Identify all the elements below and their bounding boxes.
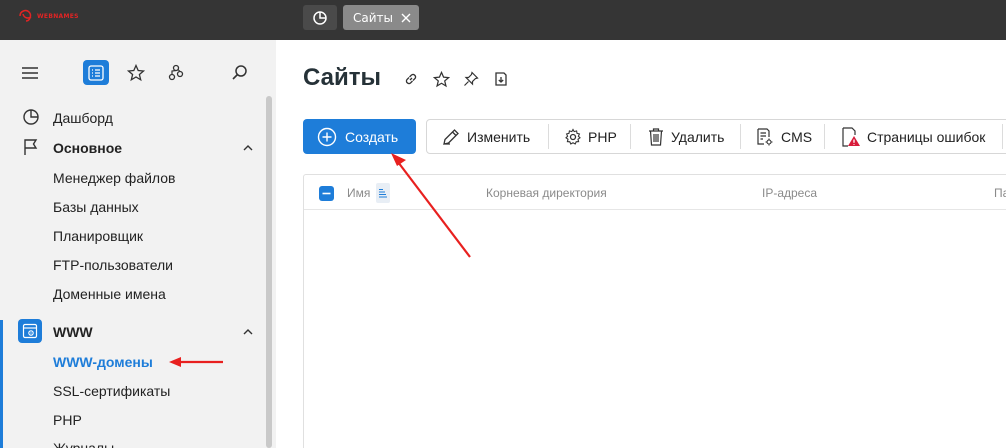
- search-icon[interactable]: [230, 63, 250, 83]
- menu-icon[interactable]: [20, 63, 40, 83]
- delete-button-label: Удалить: [671, 128, 725, 145]
- sidebar-scrollbar[interactable]: [266, 96, 272, 448]
- sidebar-item-file-manager[interactable]: Менеджер файлов: [53, 170, 176, 186]
- logo-icon: [19, 9, 32, 22]
- star-icon[interactable]: [126, 63, 146, 83]
- sidebar-item-logs[interactable]: Журналы: [53, 440, 114, 448]
- minus-icon: [322, 192, 331, 195]
- toolbar-divider: [1002, 124, 1003, 149]
- error-pages-button[interactable]: Страницы ошибок: [839, 120, 985, 153]
- flag-icon: [20, 137, 42, 157]
- gear-icon: [565, 127, 581, 145]
- plus-circle-icon: [317, 127, 337, 146]
- sidebar-item-ftp-users[interactable]: FTP-пользователи: [53, 257, 173, 273]
- www-icon: [18, 319, 42, 343]
- toolbar-divider: [548, 124, 549, 149]
- sites-table: Имя Корневая директория IP-адреса Па: [303, 174, 1006, 448]
- dashboard-icon: [20, 107, 42, 127]
- column-header-name[interactable]: Имя: [347, 186, 370, 200]
- sort-icon[interactable]: [376, 183, 390, 203]
- toolbar-divider: [630, 124, 631, 149]
- sidebar-item-databases[interactable]: Базы данных: [53, 199, 139, 215]
- logo-text: WEBNAMES: [37, 12, 79, 20]
- cms-button-label: CMS: [781, 128, 813, 145]
- chevron-up-icon[interactable]: [242, 325, 254, 337]
- close-icon[interactable]: [401, 13, 411, 23]
- delete-button[interactable]: Удалить: [647, 120, 724, 153]
- table-header: Имя Корневая директория IP-адреса Па: [304, 175, 1006, 210]
- list-view-button[interactable]: [83, 60, 109, 85]
- tab-sites-label: Сайты: [353, 10, 393, 25]
- toolbar-divider: [740, 124, 741, 149]
- toolbar-divider: [824, 124, 825, 149]
- sidebar-item-www-domains[interactable]: WWW-домены: [53, 354, 153, 370]
- active-group-indicator: [0, 320, 3, 448]
- action-toolbar: Изменить PHP Удалить CMS Страницы ошибок: [426, 119, 1006, 154]
- dashboard-icon: [313, 10, 327, 25]
- page-title: Сайты: [303, 64, 381, 91]
- create-button[interactable]: Создать: [303, 119, 416, 154]
- top-bar: WEBNAMES Сайты: [0, 0, 1006, 40]
- sidebar-item-php[interactable]: PHP: [53, 412, 82, 428]
- edit-button[interactable]: Изменить: [441, 120, 530, 153]
- branch-icon[interactable]: [166, 63, 186, 83]
- cms-button[interactable]: CMS: [755, 120, 812, 153]
- tab-dashboard[interactable]: [303, 5, 337, 30]
- link-icon[interactable]: [402, 70, 420, 88]
- php-button[interactable]: PHP: [564, 120, 617, 153]
- select-all-checkbox[interactable]: [319, 186, 334, 201]
- sidebar-group-www[interactable]: WWW: [53, 324, 93, 340]
- error-pages-button-label: Страницы ошибок: [867, 128, 986, 145]
- pencil-icon: [443, 128, 459, 145]
- sidebar-item-scheduler[interactable]: Планировщик: [53, 228, 143, 244]
- column-header-truncated[interactable]: Па: [994, 186, 1006, 200]
- column-header-root-dir[interactable]: Корневая директория: [486, 186, 607, 200]
- tab-sites[interactable]: Сайты: [343, 5, 419, 30]
- create-button-label: Создать: [345, 128, 399, 145]
- edit-button-label: Изменить: [467, 128, 531, 145]
- sidebar-item-dashboard[interactable]: Дашборд: [53, 110, 113, 126]
- error-page-icon: [842, 126, 860, 147]
- trash-icon: [649, 127, 663, 146]
- cms-icon: [757, 127, 773, 145]
- sidebar-item-domain-names[interactable]: Доменные имена: [53, 286, 166, 302]
- sidebar-item-ssl-certificates[interactable]: SSL-сертификаты: [53, 383, 170, 399]
- star-icon[interactable]: [432, 70, 450, 88]
- list-icon: [88, 64, 104, 81]
- php-button-label: PHP: [588, 128, 617, 145]
- logo[interactable]: WEBNAMES: [18, 9, 79, 23]
- download-icon[interactable]: [492, 70, 510, 88]
- pin-icon[interactable]: [462, 70, 480, 88]
- sidebar-group-main[interactable]: Основное: [53, 140, 122, 156]
- column-header-ip[interactable]: IP-адреса: [762, 186, 817, 200]
- chevron-up-icon[interactable]: [242, 141, 254, 153]
